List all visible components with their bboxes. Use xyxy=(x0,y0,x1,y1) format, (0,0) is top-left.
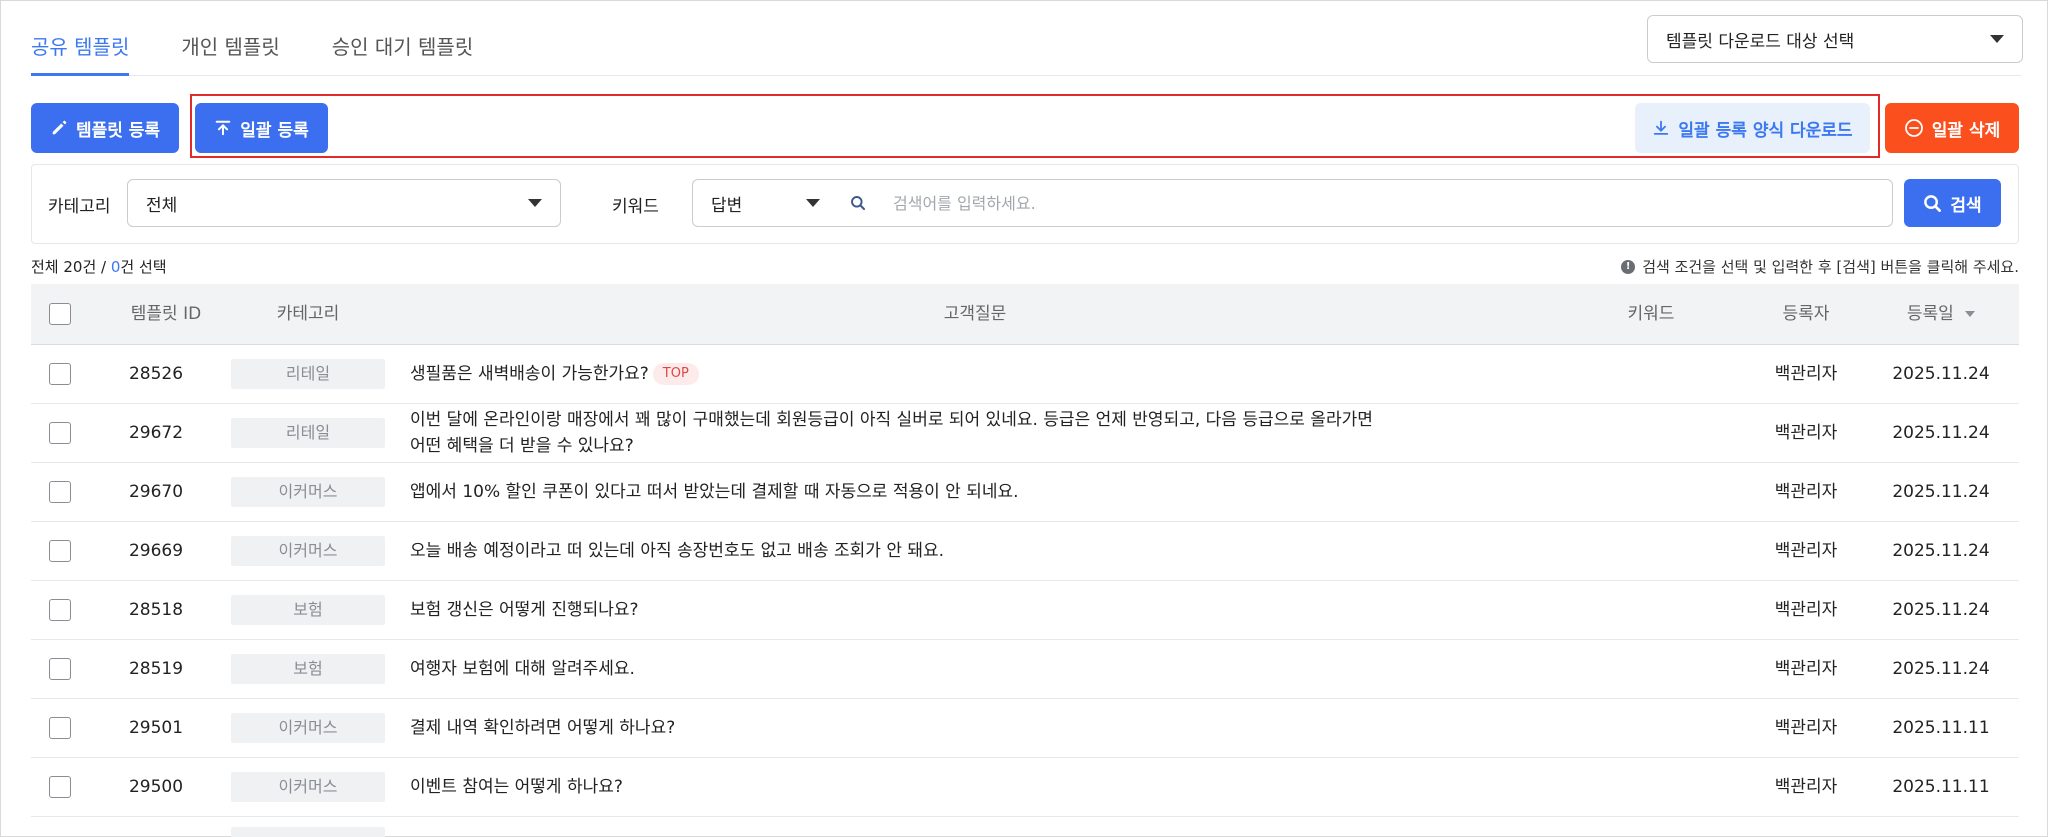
question-text[interactable]: 여행자 보험에 대해 알려주세요. xyxy=(410,656,635,682)
bulk-delete-button[interactable]: 일괄 삭제 xyxy=(1885,103,2019,153)
registrant: 백관리자 xyxy=(1774,600,1838,620)
search-button[interactable]: 검색 xyxy=(1904,179,2001,227)
category-tag: 이커머스 xyxy=(231,536,385,566)
category-tag: 이커머스 xyxy=(231,477,385,507)
register-date: 2025.11.24 xyxy=(1892,482,1990,502)
row-checkbox[interactable] xyxy=(49,599,71,621)
search-hint: ! 검색 조건을 선택 및 입력한 후 [검색] 버튼을 클릭해 주세요. xyxy=(1621,256,2019,277)
template-id: 28519 xyxy=(128,659,184,679)
selected-count: 0 xyxy=(110,258,121,276)
category-tag: 리테일 xyxy=(231,418,385,448)
row-checkbox[interactable] xyxy=(49,481,71,503)
registrant: 백관리자 xyxy=(1774,777,1838,797)
table-header: 템플릿 ID 카테고리 고객질문 키워드 등록자 등록일 xyxy=(31,284,2019,345)
header-keyword: 키워드 xyxy=(1627,304,1675,324)
template-id: 29669 xyxy=(128,541,184,561)
category-tag: 보험 xyxy=(231,595,385,625)
tab-pending-templates[interactable]: 승인 대기 템플릿 xyxy=(332,30,474,76)
table-row-partial xyxy=(31,817,2019,837)
chevron-down-icon xyxy=(1990,35,2004,43)
table-row[interactable]: 29501 이커머스 결제 내역 확인하려면 어떻게 하나요? 백관리자 202… xyxy=(31,699,2019,758)
result-count: 전체 20건 / 0건 선택 xyxy=(31,258,167,276)
header-question: 고객질문 xyxy=(943,304,1007,324)
header-category: 카테고리 xyxy=(276,304,340,324)
template-table: 템플릿 ID 카테고리 고객질문 키워드 등록자 등록일 28526 리테일 생… xyxy=(31,284,2019,837)
table-row[interactable]: 29670 이커머스 앱에서 10% 할인 쿠폰이 있다고 떠서 받았는데 결제… xyxy=(31,463,2019,522)
template-id: 28526 xyxy=(128,364,184,384)
template-id: 29670 xyxy=(128,482,184,502)
registrant: 백관리자 xyxy=(1774,718,1838,738)
keyword-type-select[interactable]: 답변 xyxy=(693,179,838,227)
template-id: 28518 xyxy=(128,600,184,620)
download-target-select-value: 템플릿 다운로드 대상 선택 xyxy=(1666,31,1855,52)
row-checkbox[interactable] xyxy=(49,363,71,385)
register-date: 2025.11.24 xyxy=(1892,423,1990,443)
tab-shared-templates[interactable]: 공유 템플릿 xyxy=(31,30,130,76)
question-text[interactable]: 앱에서 10% 할인 쿠폰이 있다고 떠서 받았는데 결제할 때 자동으로 적용… xyxy=(410,479,1019,505)
table-row[interactable]: 29500 이커머스 이벤트 참여는 어떻게 하나요? 백관리자 2025.11… xyxy=(31,758,2019,817)
question-text[interactable]: 보험 갱신은 어떻게 진행되나요? xyxy=(410,597,639,623)
download-form-button[interactable]: 일괄 등록 양식 다운로드 xyxy=(1635,103,1870,153)
question-text[interactable]: 결제 내역 확인하려면 어떻게 하나요? xyxy=(410,715,675,741)
search-icon xyxy=(851,196,866,211)
question-text[interactable]: 오늘 배송 예정이라고 떠 있는데 아직 송장번호도 없고 배송 조회가 안 돼… xyxy=(410,538,944,564)
register-date: 2025.11.24 xyxy=(1892,659,1990,679)
category-tag: 이커머스 xyxy=(231,772,385,802)
register-date: 2025.11.24 xyxy=(1892,364,1990,384)
registrant: 백관리자 xyxy=(1774,423,1838,443)
registrant: 백관리자 xyxy=(1774,482,1838,502)
template-id: 29500 xyxy=(128,777,184,797)
category-tag xyxy=(231,827,385,837)
question-text[interactable]: 이벤트 참여는 어떻게 하나요? xyxy=(410,774,623,800)
table-row[interactable]: 28526 리테일 생필품은 새벽배송이 가능한가요? TOP 백관리자 2025… xyxy=(31,345,2019,404)
category-select-value: 전체 xyxy=(146,195,178,216)
header-registrant: 등록자 xyxy=(1782,304,1830,324)
header-template-id: 템플릿 ID xyxy=(130,304,202,324)
header-date-sort[interactable]: 등록일 xyxy=(1871,284,2011,345)
keyword-label: 키워드 xyxy=(612,197,659,217)
chevron-down-icon xyxy=(806,199,820,207)
category-tag: 리테일 xyxy=(231,359,385,389)
download-icon xyxy=(1654,120,1669,135)
tab-personal-templates[interactable]: 개인 템플릿 xyxy=(181,30,279,76)
search-input[interactable] xyxy=(893,180,1873,226)
registrant: 백관리자 xyxy=(1774,659,1838,679)
register-date: 2025.11.11 xyxy=(1892,718,1990,738)
download-target-select[interactable]: 템플릿 다운로드 대상 선택 xyxy=(1647,15,2023,63)
row-checkbox[interactable] xyxy=(49,776,71,798)
search-icon xyxy=(1924,194,1942,212)
table-row[interactable]: 28519 보험 여행자 보험에 대해 알려주세요. 백관리자 2025.11.… xyxy=(31,640,2019,699)
row-checkbox[interactable] xyxy=(49,717,71,739)
question-text[interactable]: 생필품은 새벽배송이 가능한가요? TOP xyxy=(410,361,699,387)
registrant: 백관리자 xyxy=(1774,541,1838,561)
row-checkbox[interactable] xyxy=(49,540,71,562)
category-select[interactable]: 전체 xyxy=(127,179,561,227)
register-date: 2025.11.24 xyxy=(1892,541,1990,561)
table-row[interactable]: 29669 이커머스 오늘 배송 예정이라고 떠 있는데 아직 송장번호도 없고… xyxy=(31,522,2019,581)
register-date: 2025.11.11 xyxy=(1892,777,1990,797)
category-label: 카테고리 xyxy=(48,197,111,217)
row-checkbox[interactable] xyxy=(49,422,71,444)
pencil-icon xyxy=(52,120,67,135)
info-icon: ! xyxy=(1621,259,1636,274)
select-all-checkbox[interactable] xyxy=(49,303,71,325)
register-template-button[interactable]: 템플릿 등록 xyxy=(31,103,179,153)
registrant: 백관리자 xyxy=(1774,364,1838,384)
table-row[interactable]: 28518 보험 보험 갱신은 어떻게 진행되나요? 백관리자 2025.11.… xyxy=(31,581,2019,640)
keyword-type-value: 답변 xyxy=(711,195,743,216)
chevron-down-icon xyxy=(528,199,542,207)
question-text[interactable]: 이번 달에 온라인이랑 매장에서 꽤 많이 구매했는데 회원등급이 아직 실버로… xyxy=(410,407,1390,459)
template-id: 29672 xyxy=(128,423,184,443)
minus-circle-icon xyxy=(1904,119,1923,137)
category-tag: 보험 xyxy=(231,654,385,684)
highlight-box xyxy=(190,94,1880,158)
table-row[interactable]: 29672 리테일 이번 달에 온라인이랑 매장에서 꽤 많이 구매했는데 회원… xyxy=(31,404,2019,463)
top-badge: TOP xyxy=(652,363,699,385)
register-date: 2025.11.24 xyxy=(1892,600,1990,620)
row-checkbox[interactable] xyxy=(49,658,71,680)
keyword-search-box: 답변 xyxy=(692,179,1893,227)
category-tag: 이커머스 xyxy=(231,713,385,743)
sort-down-icon xyxy=(1965,311,1976,317)
template-id: 29501 xyxy=(128,718,184,738)
